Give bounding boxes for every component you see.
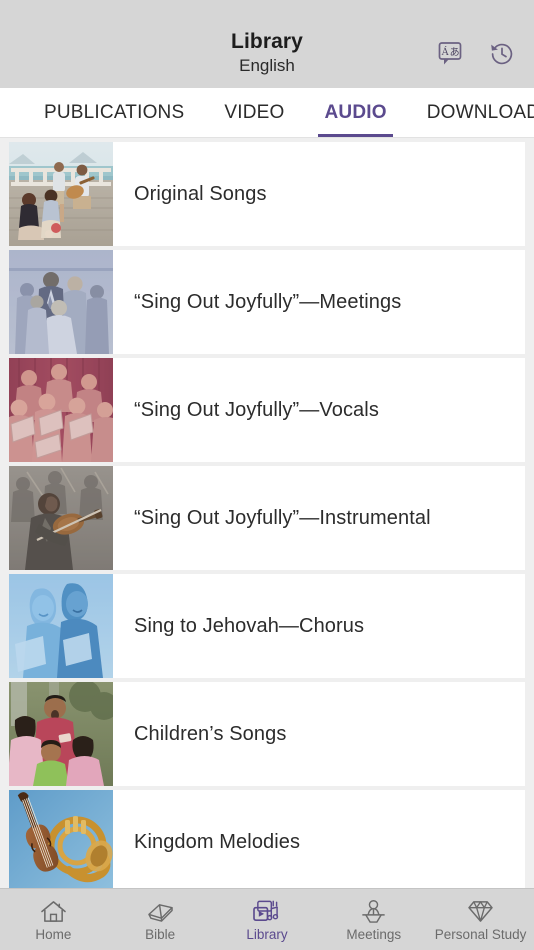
app-root: Library English Á あ PUBLICATIONS VIDEO A…	[0, 0, 534, 950]
nav-label: Home	[35, 927, 72, 943]
home-icon	[38, 897, 68, 925]
list-item-title: Kingdom Melodies	[134, 830, 301, 853]
page-title: Library	[231, 29, 303, 53]
nav-item-bible[interactable]: Bible	[107, 889, 214, 950]
audio-category-list: Original Songs “Sing Out Joyfully”—Meeti…	[0, 138, 534, 888]
page-language: English	[239, 56, 295, 76]
header-actions: Á あ	[432, 36, 520, 72]
thumbnail-red-choir	[9, 358, 113, 462]
history-icon[interactable]	[484, 36, 520, 72]
header-title-block: Library English	[231, 12, 303, 77]
nav-item-library[interactable]: Library	[214, 889, 321, 950]
nav-label: Meetings	[346, 927, 402, 943]
section-tabbar: PUBLICATIONS VIDEO AUDIO DOWNLOADED	[0, 88, 534, 137]
tab-label: AUDIO	[324, 101, 387, 123]
list-item[interactable]: Original Songs	[9, 142, 525, 246]
nav-label: Personal Study	[434, 927, 527, 943]
thumbnail-violin-horn	[9, 790, 113, 888]
tab-publications[interactable]: PUBLICATIONS	[24, 88, 204, 137]
thumbnail-lightblue-singers	[9, 574, 113, 678]
list-item-title: “Sing Out Joyfully”—Vocals	[134, 398, 379, 421]
thumbnail-sepia-violinist	[9, 466, 113, 570]
podium-person-icon	[359, 897, 389, 925]
list-item-title: Children’s Songs	[134, 722, 287, 745]
list-item-title: Sing to Jehovah—Chorus	[134, 614, 365, 637]
list-item[interactable]: “Sing Out Joyfully”—Vocals	[9, 358, 525, 462]
list-item[interactable]: Kingdom Melodies	[9, 790, 525, 888]
list-item[interactable]: “Sing Out Joyfully”—Meetings	[9, 250, 525, 354]
tab-audio[interactable]: AUDIO	[304, 88, 406, 137]
list-item-title: Original Songs	[134, 182, 267, 205]
svg-text:あ: あ	[450, 46, 460, 58]
svg-text:Á: Á	[441, 46, 449, 58]
gem-icon	[466, 897, 496, 925]
nav-item-meetings[interactable]: Meetings	[320, 889, 427, 950]
nav-item-home[interactable]: Home	[0, 889, 107, 950]
tab-video[interactable]: VIDEO	[204, 88, 304, 137]
bottom-navigation: Home Bible Library Meetings Personal Stu…	[0, 888, 534, 950]
tab-downloaded[interactable]: DOWNLOADED	[407, 88, 534, 137]
thumbnail-beach-musicians	[9, 142, 113, 246]
header-bar: Library English Á あ	[0, 0, 534, 88]
list-item-title: “Sing Out Joyfully”—Instrumental	[134, 506, 431, 529]
library-media-icon	[252, 897, 282, 925]
tab-label: PUBLICATIONS	[44, 101, 185, 123]
list-item-title: “Sing Out Joyfully”—Meetings	[134, 290, 402, 313]
list-item[interactable]: “Sing Out Joyfully”—Instrumental	[9, 466, 525, 570]
tab-label: DOWNLOADED	[426, 101, 534, 123]
language-icon[interactable]: Á あ	[432, 36, 468, 72]
list-item[interactable]: Children’s Songs	[9, 682, 525, 786]
thumbnail-children-singing	[9, 682, 113, 786]
thumbnail-blue-group-singers	[9, 250, 113, 354]
nav-item-personal-study[interactable]: Personal Study	[427, 889, 534, 950]
nav-label: Library	[246, 927, 288, 943]
tab-label: VIDEO	[224, 101, 285, 123]
book-icon	[145, 897, 175, 925]
nav-label: Bible	[145, 927, 176, 943]
list-item[interactable]: Sing to Jehovah—Chorus	[9, 574, 525, 678]
